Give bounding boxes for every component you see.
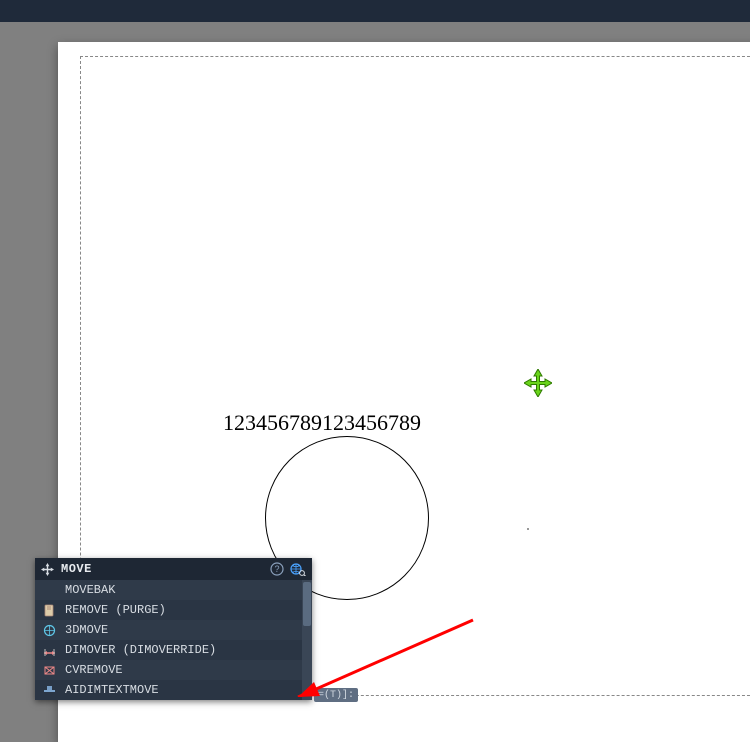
autocomplete-item[interactable]: DIMOVER (DIMOVERRIDE) <box>35 640 312 660</box>
autocomplete-label: 3DMOVE <box>65 623 108 637</box>
aidim-icon <box>41 684 57 697</box>
sample-text: 123456789123456789 <box>223 410 421 436</box>
snap-point <box>527 528 529 530</box>
move-arrows-icon <box>41 563 54 576</box>
autocomplete-header: MOVE ? <box>35 558 312 580</box>
autocomplete-item[interactable]: MOVEBAK <box>35 580 312 600</box>
autocomplete-item[interactable]: REMOVE (PURGE) <box>35 600 312 620</box>
command-hint-label: =(T)]: <box>318 690 354 701</box>
command-autocomplete-panel[interactable]: MOVE ? MOVEBAK <box>35 558 312 700</box>
autocomplete-item[interactable]: 3DMOVE <box>35 620 312 640</box>
scrollbar-thumb[interactable] <box>303 582 311 626</box>
move-arrows-icon <box>524 369 552 397</box>
autocomplete-label: REMOVE (PURGE) <box>65 603 166 617</box>
autocomplete-item[interactable]: AIDIMTEXTMOVE <box>35 680 312 700</box>
help-icon[interactable]: ? <box>270 562 284 576</box>
dimension-icon <box>41 644 57 657</box>
3dmove-icon <box>41 624 57 637</box>
internet-search-icon[interactable] <box>290 562 306 576</box>
scrollbar[interactable] <box>302 580 312 700</box>
autocomplete-title: MOVE <box>61 562 92 576</box>
svg-text:?: ? <box>274 564 279 574</box>
autocomplete-item[interactable]: CVREMOVE <box>35 660 312 680</box>
autocomplete-label: MOVEBAK <box>65 583 115 597</box>
workspace: 123456789123456789 MOVE <box>0 22 750 675</box>
command-hint: =(T)]: <box>314 688 358 702</box>
title-bar <box>0 0 750 22</box>
purge-icon <box>41 604 57 617</box>
autocomplete-label: DIMOVER (DIMOVERRIDE) <box>65 643 216 657</box>
autocomplete-label: AIDIMTEXTMOVE <box>65 683 159 697</box>
